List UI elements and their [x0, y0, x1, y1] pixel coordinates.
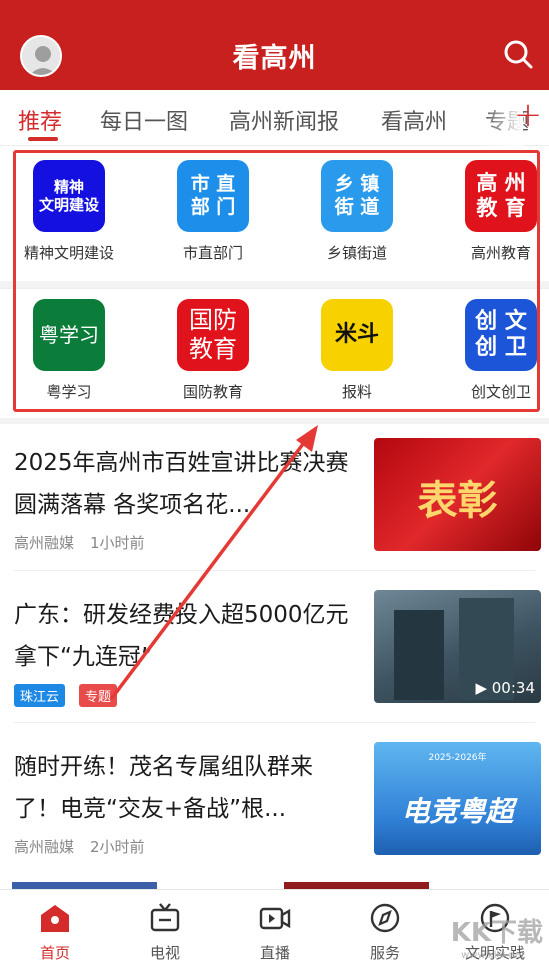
annotation-arrow	[110, 425, 318, 700]
